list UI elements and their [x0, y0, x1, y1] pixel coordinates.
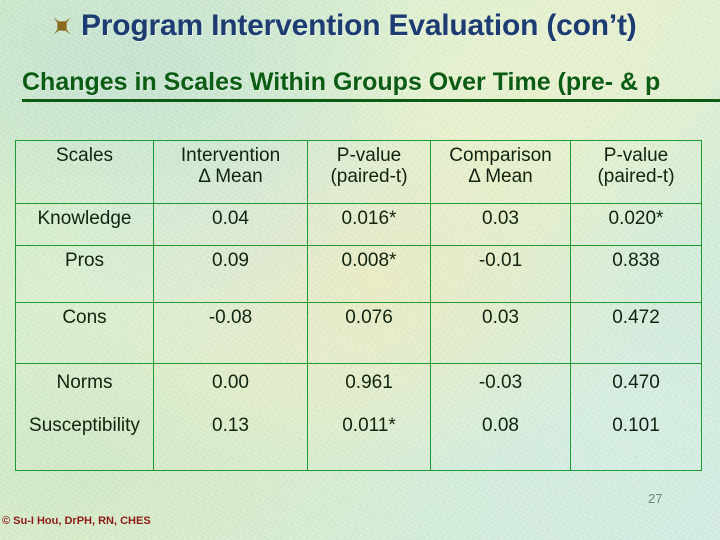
- column-header-scales: Scales: [15, 140, 154, 204]
- cell-comparison-pvalue: 0.470 0.101: [570, 363, 702, 471]
- cell-intervention-mean: 0.09: [153, 245, 308, 303]
- cell-scale: Pros: [15, 245, 154, 303]
- cell-intervention-pvalue: 0.008*: [307, 245, 431, 303]
- cell-comparison-pvalue: 0.838: [570, 245, 702, 303]
- cell-comparison-mean: 0.03: [430, 203, 571, 246]
- cell-scale: Cons: [15, 302, 154, 364]
- results-table-container: Scales Intervention Δ Mean P-value (pair…: [15, 140, 702, 471]
- table-row: Knowledge 0.04 0.016* 0.03 0.020*: [15, 203, 702, 246]
- cell-comparison-mean: -0.03 0.08: [430, 363, 571, 471]
- slide-canvas: Program Intervention Evaluation (con’t) …: [0, 0, 720, 540]
- cell-scale: Norms Susceptibility: [15, 363, 154, 471]
- cell-intervention-pvalue: 0.961 0.011*: [307, 363, 431, 471]
- cell-intervention-pvalue: 0.076: [307, 302, 431, 364]
- copyright-notice: © Su-I Hou, DrPH, RN, CHES: [2, 515, 151, 527]
- results-table: Scales Intervention Δ Mean P-value (pair…: [15, 140, 702, 471]
- table-row: Pros 0.09 0.008* -0.01 0.838: [15, 245, 702, 303]
- column-header-intervention-pvalue: P-value (paired-t): [307, 140, 431, 204]
- cell-comparison-pvalue: 0.020*: [570, 203, 702, 246]
- cell-scale-susceptibility: Susceptibility: [29, 415, 140, 437]
- maltese-cross-bullet-icon: [53, 17, 71, 35]
- column-header-intervention-mean: Intervention Δ Mean: [153, 140, 308, 204]
- table-row: Norms Susceptibility 0.00 0.13 0.961 0.0…: [15, 363, 702, 471]
- cell-intervention-mean: 0.00 0.13: [153, 363, 308, 471]
- cell-comparison-pvalue: 0.472: [570, 302, 702, 364]
- cell-comparison-mean: 0.03: [430, 302, 571, 364]
- slide-title-row: Program Intervention Evaluation (con’t): [52, 9, 637, 43]
- cell-comparison-mean: -0.01: [430, 245, 571, 303]
- table-row: Cons -0.08 0.076 0.03 0.472: [15, 302, 702, 364]
- cell-intervention-mean: -0.08: [153, 302, 308, 364]
- column-header-comparison-mean: Comparison Δ Mean: [430, 140, 571, 204]
- table-header-row: Scales Intervention Δ Mean P-value (pair…: [15, 140, 702, 204]
- column-header-comparison-pvalue: P-value (paired-t): [570, 140, 702, 204]
- slide-subtitle: Changes in Scales Within Groups Over Tim…: [22, 68, 720, 102]
- cell-scale: Knowledge: [15, 203, 154, 246]
- page-number: 27: [648, 491, 663, 506]
- cell-intervention-pvalue: 0.016*: [307, 203, 431, 246]
- cell-intervention-mean: 0.04: [153, 203, 308, 246]
- cell-scale-norms: Norms: [56, 372, 113, 393]
- page-title: Program Intervention Evaluation (con’t): [81, 9, 637, 42]
